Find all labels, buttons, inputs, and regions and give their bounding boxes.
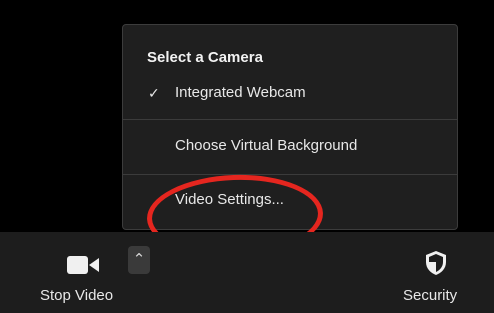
security-label: Security (403, 287, 458, 304)
chevron-up-icon: ⌃ (132, 251, 146, 268)
menu-item-choose-virtual-background[interactable]: Choose Virtual Background (123, 132, 457, 160)
checkmark-icon: ✓ (148, 85, 160, 101)
stop-video-label: Stop Video (40, 287, 114, 304)
menu-item-label: Choose Virtual Background (175, 137, 358, 154)
menu-divider (123, 119, 457, 120)
menu-item-integrated-webcam[interactable]: ✓ Integrated Webcam (123, 79, 457, 107)
video-options-button[interactable]: ⌃ (128, 246, 150, 274)
menu-item-label: Integrated Webcam (175, 84, 306, 101)
shield-icon (426, 251, 446, 275)
menu-header: Select a Camera (147, 49, 263, 66)
menu-divider (123, 174, 457, 175)
camera-icon (67, 256, 99, 274)
